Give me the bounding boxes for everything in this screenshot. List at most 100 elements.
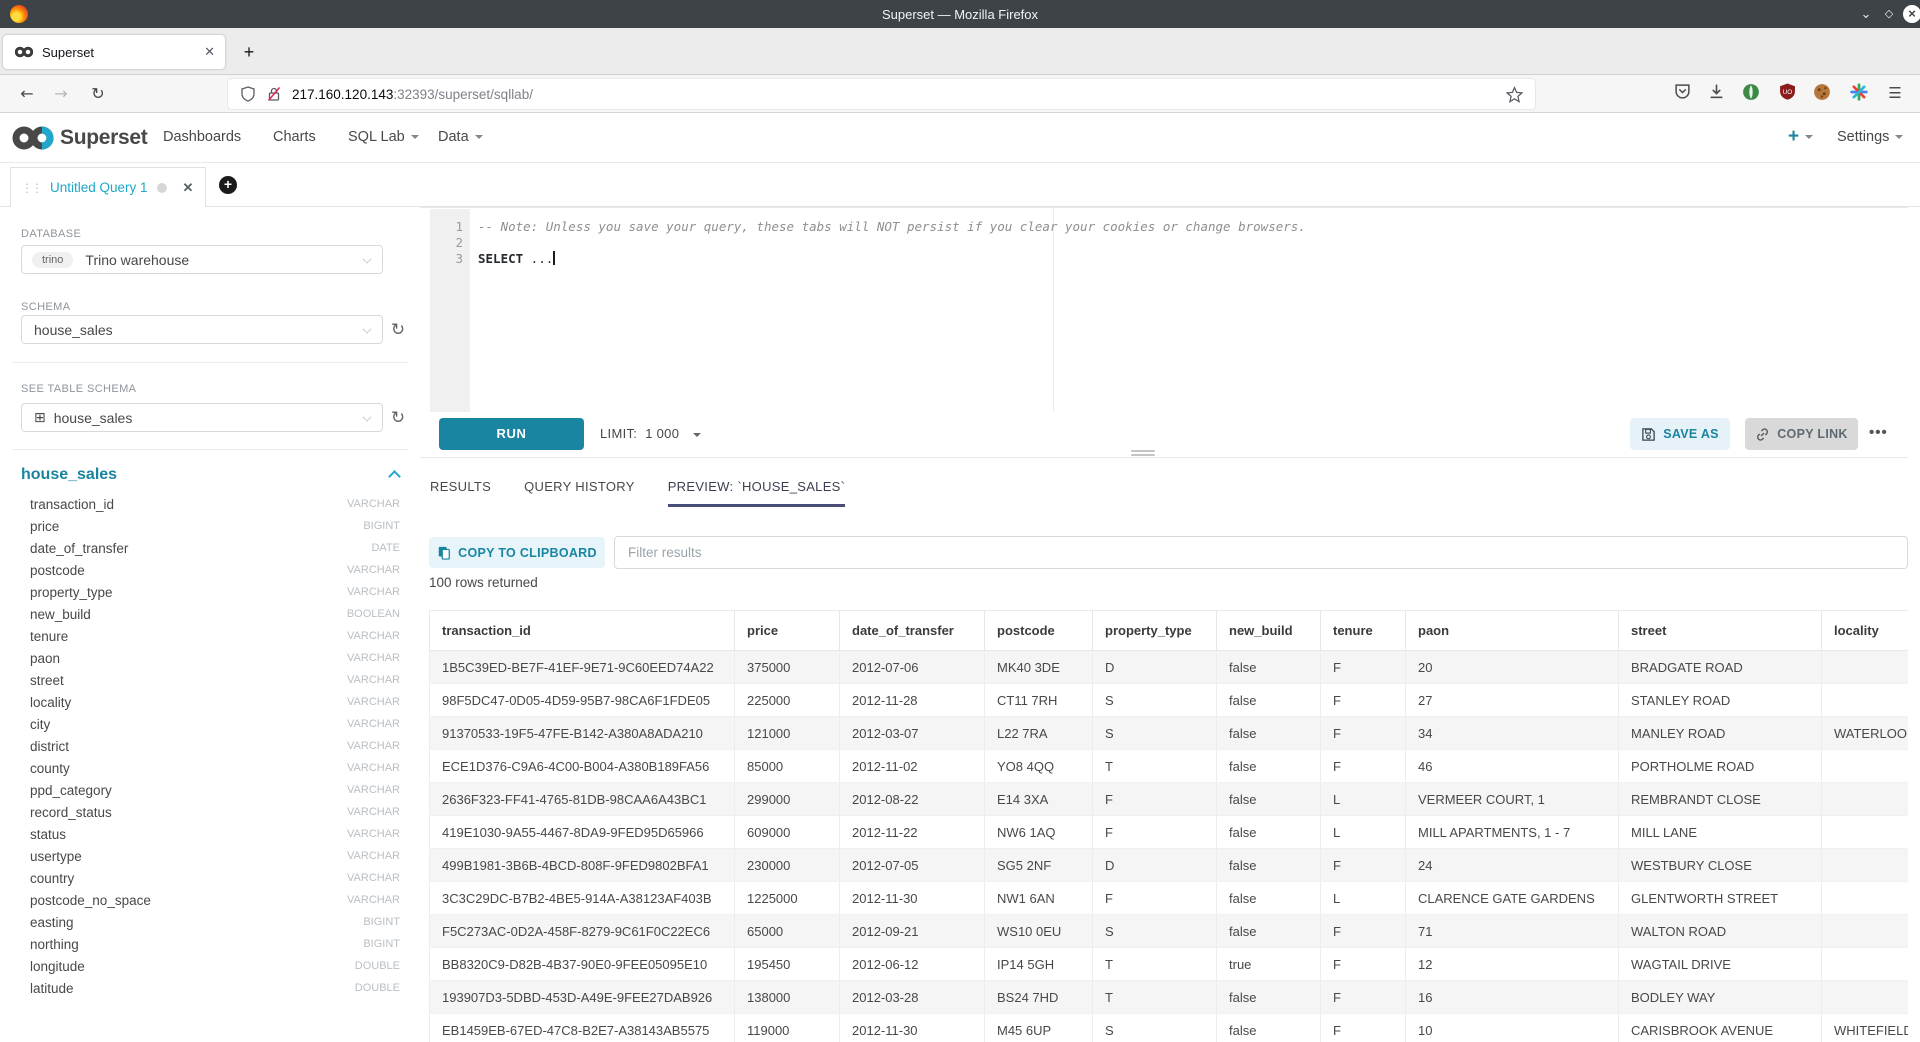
nav-settings[interactable]: Settings (1837, 129, 1903, 145)
copy-link-button[interactable]: COPY LINK (1745, 418, 1858, 450)
schema-column-row[interactable]: paonVARCHAR (30, 647, 400, 669)
schema-column-row[interactable]: districtVARCHAR (30, 735, 400, 757)
reload-button[interactable]: ↻ (85, 82, 111, 106)
schema-column-row[interactable]: countryVARCHAR (30, 867, 400, 889)
schema-column-row[interactable]: northingBIGINT (30, 933, 400, 955)
schema-column-row[interactable]: postcode_no_spaceVARCHAR (30, 889, 400, 911)
sql-editor[interactable]: 123 -- Note: Unless you save your query,… (420, 207, 1908, 411)
nav-add-button[interactable]: + (1788, 126, 1813, 148)
query-tab[interactable]: ⋮⋮ Untitled Query 1 ✕ (10, 167, 206, 207)
schema-column-row[interactable]: longitudeDOUBLE (30, 955, 400, 977)
schema-column-row[interactable]: cityVARCHAR (30, 713, 400, 735)
database-select[interactable]: trino Trino warehouse (21, 245, 383, 274)
column-header[interactable]: date_of_transfer (840, 611, 985, 651)
nav-data[interactable]: Data (438, 129, 483, 145)
browser-tab[interactable]: Superset ✕ (3, 35, 225, 69)
more-options-button[interactable]: ••• (1869, 424, 1888, 441)
lock-insecure-icon[interactable] (266, 86, 282, 102)
query-tab-close-icon[interactable]: ✕ (183, 180, 194, 196)
refresh-table-icon[interactable]: ↻ (388, 408, 408, 428)
window-maximize-button[interactable]: ◇ (1880, 5, 1898, 23)
schema-column-row[interactable]: eastingBIGINT (30, 911, 400, 933)
column-name: property_type (30, 585, 113, 600)
tab-close-icon[interactable]: ✕ (204, 44, 215, 60)
results-tab-preview-house-sales[interactable]: PREVIEW: `HOUSE_SALES` (668, 479, 846, 507)
new-tab-button[interactable]: + (236, 40, 262, 66)
schema-column-row[interactable]: date_of_transferDATE (30, 537, 400, 559)
schema-column-row[interactable]: statusVARCHAR (30, 823, 400, 845)
table-row[interactable]: EB1459EB-67ED-47C8-B2E7-A38143AB55751190… (430, 1014, 1909, 1042)
table-heading[interactable]: house_sales (21, 466, 117, 484)
add-query-tab-button[interactable]: + (219, 176, 237, 194)
copy-to-clipboard-button[interactable]: COPY TO CLIPBOARD (429, 537, 605, 568)
column-header[interactable]: paon (1406, 611, 1619, 651)
schema-select[interactable]: house_sales (21, 315, 383, 344)
schema-column-row[interactable]: record_statusVARCHAR (30, 801, 400, 823)
hamburger-menu-icon[interactable]: ☰ (1884, 83, 1906, 105)
column-header[interactable]: locality (1822, 611, 1909, 651)
table-row[interactable]: 419E1030-9A55-4467-8DA9-9FED95D659666090… (430, 816, 1909, 849)
table-row[interactable]: ECE1D376-C9A6-4C00-B004-A380B189FA568500… (430, 750, 1909, 783)
table-row[interactable]: F5C273AC-0D2A-458F-8279-9C61F0C22EC66500… (430, 915, 1909, 948)
filter-results-input[interactable] (614, 536, 1908, 569)
table-cell: MILL APARTMENTS, 1 - 7 (1406, 816, 1619, 849)
window-close-button[interactable]: × (1903, 5, 1920, 23)
column-header[interactable]: price (735, 611, 840, 651)
privacy-badger-extension-icon[interactable] (1740, 83, 1762, 105)
table-row[interactable]: 499B1981-3B6B-4BCD-808F-9FED9802BFA12300… (430, 849, 1909, 882)
table-row[interactable]: 1B5C39ED-BE7F-41EF-9E71-9C60EED74A223750… (430, 651, 1909, 684)
pocket-icon[interactable] (1671, 83, 1693, 105)
ublock-extension-icon[interactable]: UO (1776, 83, 1798, 105)
run-button[interactable]: RUN (439, 418, 584, 450)
schema-column-row[interactable]: localityVARCHAR (30, 691, 400, 713)
refresh-schema-icon[interactable]: ↻ (388, 320, 408, 340)
url-bar[interactable]: 217.160.120.143:32393/superset/sqllab/ (228, 79, 1535, 109)
downloads-icon[interactable] (1705, 83, 1727, 105)
collapse-chevron-icon[interactable] (388, 470, 401, 483)
schema-column-row[interactable]: ppd_categoryVARCHAR (30, 779, 400, 801)
column-header[interactable]: new_build (1217, 611, 1321, 651)
schema-column-row[interactable]: new_buildBOOLEAN (30, 603, 400, 625)
multi-account-extension-icon[interactable] (1848, 83, 1870, 105)
schema-column-row[interactable]: latitudeDOUBLE (30, 977, 400, 999)
limit-dropdown[interactable]: LIMIT:1 000 (600, 426, 701, 441)
cookie-extension-icon[interactable] (1811, 83, 1833, 105)
column-header[interactable]: property_type (1093, 611, 1217, 651)
table-row[interactable]: 2636F323-FF41-4765-81DB-98CAA6A43BC12990… (430, 783, 1909, 816)
column-header[interactable]: transaction_id (430, 611, 735, 651)
url-text[interactable]: 217.160.120.143:32393/superset/sqllab/ (292, 87, 1506, 102)
schema-column-row[interactable]: transaction_idVARCHAR (30, 493, 400, 515)
back-button[interactable]: ← (14, 82, 40, 106)
save-as-button[interactable]: SAVE AS (1630, 418, 1730, 450)
drag-handle-icon[interactable]: ⋮⋮ (21, 181, 41, 195)
nav-dashboards[interactable]: Dashboards (163, 129, 241, 145)
schema-column-row[interactable]: postcodeVARCHAR (30, 559, 400, 581)
pane-resize-handle[interactable] (1131, 450, 1155, 458)
forward-button[interactable]: → (48, 82, 74, 106)
table-row[interactable]: 3C3C29DC-B7B2-4BE5-914A-A38123AF403B1225… (430, 882, 1909, 915)
nav-sql-lab[interactable]: SQL Lab (348, 129, 419, 145)
results-tab-query-history[interactable]: QUERY HISTORY (524, 479, 635, 507)
nav-charts[interactable]: Charts (273, 129, 316, 145)
results-tab-results[interactable]: RESULTS (430, 479, 491, 507)
table-cell: T (1093, 750, 1217, 783)
table-row[interactable]: 193907D3-5DBD-453D-A49E-9FEE27DAB9261380… (430, 981, 1909, 1014)
table-row[interactable]: 91370533-19F5-47FE-B142-A380A8ADA2101210… (430, 717, 1909, 750)
schema-column-row[interactable]: tenureVARCHAR (30, 625, 400, 647)
table-select[interactable]: ⊞ house_sales (21, 403, 383, 432)
schema-column-row[interactable]: usertypeVARCHAR (30, 845, 400, 867)
table-row[interactable]: 98F5DC47-0D05-4D59-95B7-98CA6F1FDE052250… (430, 684, 1909, 717)
schema-column-row[interactable]: streetVARCHAR (30, 669, 400, 691)
window-minimize-button[interactable]: ⌄ (1857, 5, 1875, 23)
column-header[interactable]: postcode (985, 611, 1093, 651)
column-header[interactable]: tenure (1321, 611, 1406, 651)
results-table-container[interactable]: transaction_idpricedate_of_transferpostc… (429, 610, 1908, 1042)
column-header[interactable]: street (1619, 611, 1822, 651)
table-row[interactable]: BB8320C9-D82B-4B37-90E0-9FEE05095E101954… (430, 948, 1909, 981)
schema-column-row[interactable]: priceBIGINT (30, 515, 400, 537)
schema-column-row[interactable]: property_typeVARCHAR (30, 581, 400, 603)
schema-column-row[interactable]: countyVARCHAR (30, 757, 400, 779)
bookmark-star-icon[interactable] (1506, 86, 1523, 103)
shield-icon[interactable] (240, 86, 256, 102)
superset-brand[interactable]: Superset (12, 125, 147, 151)
